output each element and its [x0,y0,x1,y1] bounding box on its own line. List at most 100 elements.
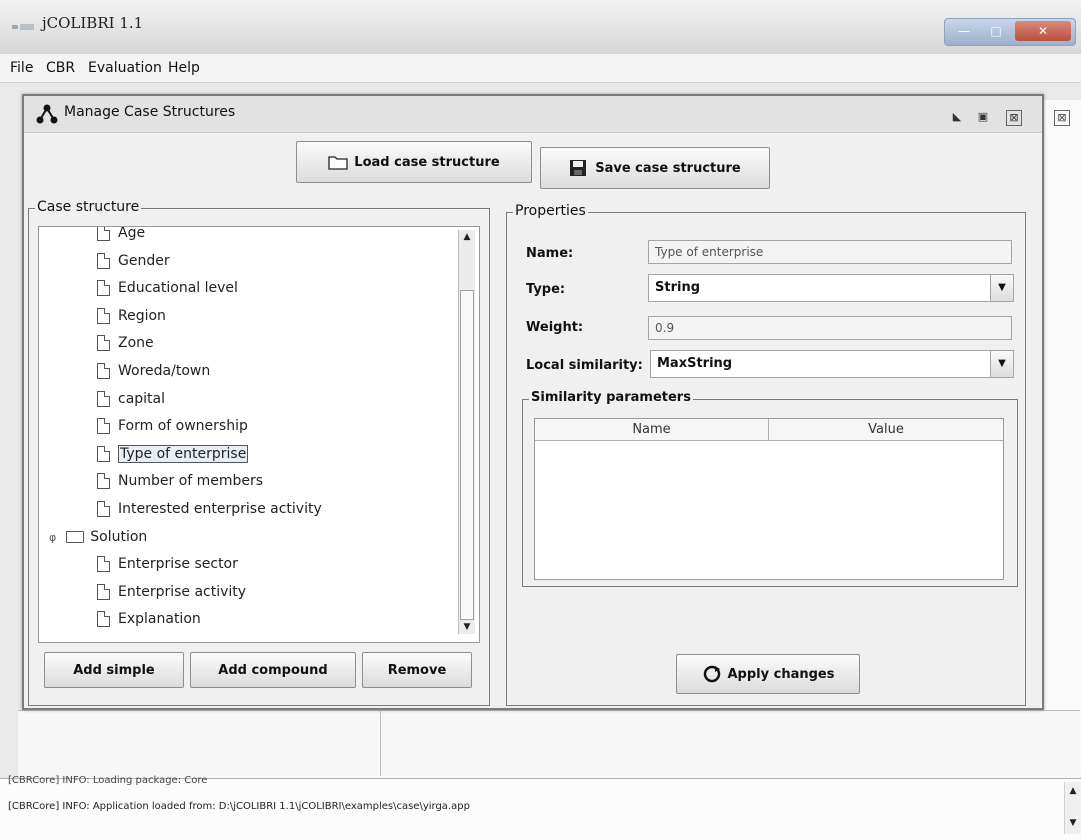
document-icon [97,501,110,517]
document-icon [97,583,110,600]
save-case-structure-button[interactable]: Save case structure [540,147,770,189]
apply-changes-button[interactable]: Apply changes [676,654,860,694]
menu-evaluation[interactable]: Evaluation [88,60,162,76]
tree-item-label: Explanation [118,611,201,628]
background-bottom-left-panel [18,710,381,776]
maximize-frame-icon[interactable]: ▣ [976,110,990,124]
tree-leaf[interactable]: Gender [97,251,170,271]
chevron-down-icon[interactable]: ▼ [990,351,1013,377]
remove-button[interactable]: Remove [362,652,472,688]
save-case-structure-label: Save case structure [595,160,741,176]
case-structure-tree[interactable]: Age Gender Educational level Region Zone Wore… [38,226,480,643]
tree-leaf[interactable]: Region [97,306,166,326]
document-icon [97,280,110,297]
log-console: [CBRCore] INFO: Loading package: Core [C… [0,775,1081,840]
tree-leaf[interactable]: Enterprise activity [97,582,246,602]
weight-label: Weight: [526,320,584,335]
document-icon [97,252,110,269]
menu-help[interactable]: Help [168,60,200,76]
document-icon [97,307,110,324]
window-title: jCOLIBRI 1.1 [42,14,144,32]
window-controls: — □ ✕ [944,18,1076,46]
dialog-titlebar: Manage Case Structures ◣ ▣ ⊠ [24,96,1042,133]
similarity-parameters-legend: Similarity parameters [529,390,693,405]
folder-icon [66,530,85,543]
iconify-icon[interactable]: ◣ [950,110,964,124]
folder-open-icon [328,156,348,170]
load-case-structure-button[interactable]: Load case structure [296,141,532,183]
apply-changes-label: Apply changes [727,666,835,682]
menubar: File CBR Evaluation Help [0,54,1081,83]
document-icon [97,335,110,352]
tree-leaf[interactable]: Age [97,226,146,243]
name-label: Name: [526,246,574,261]
close-frame-icon[interactable]: ⊠ [1006,110,1022,126]
table-header-value[interactable]: Value [769,419,1003,441]
document-icon [97,473,110,490]
tree-leaf[interactable]: Woreda/town [97,361,210,381]
scroll-up-arrow-icon[interactable]: ▲ [1065,784,1081,798]
apply-refresh-icon [703,665,720,683]
type-value: String [655,280,701,295]
load-case-structure-label: Load case structure [354,154,500,170]
menu-cbr[interactable]: CBR [46,60,75,76]
save-disk-icon [570,160,587,176]
tree-leaf[interactable]: Interested enterprise activity [97,499,322,519]
tree-item-label: capital [118,390,166,407]
table-header-name[interactable]: Name [535,419,769,441]
name-field[interactable]: Type of enterprise [648,240,1012,264]
tree-scrollbar[interactable]: ▲ ▼ [458,230,475,634]
document-icon [97,363,110,379]
scroll-down-arrow-icon[interactable]: ▼ [1065,816,1081,830]
tree-item-label: Region [118,307,166,324]
background-frame-close-icon[interactable]: ⊠ [1054,110,1070,126]
tree-folder[interactable]: φ Solution [49,527,147,547]
tree-item-label: Enterprise sector [118,556,238,573]
type-combobox[interactable]: String ▼ [648,274,1014,302]
tree-expand-handle-icon[interactable]: φ [49,531,56,544]
window-titlebar: jCOLIBRI 1.1 — □ ✕ [0,0,1081,55]
tree-leaf[interactable]: Form of ownership [97,416,248,436]
minimize-button[interactable]: — [949,21,979,41]
background-panel [1040,100,1081,775]
case-structure-legend: Case structure [35,199,142,215]
local-similarity-label: Local similarity: [526,358,643,373]
document-icon [97,390,110,407]
tree-item-label: Zone [118,335,154,352]
tree-leaf[interactable]: Zone [97,333,154,353]
tree-leaf[interactable]: Type of enterprise [97,444,249,464]
similarity-parameters-table[interactable]: Name Value [534,418,1004,580]
document-icon [97,611,110,628]
menu-file[interactable]: File [10,60,33,76]
type-label: Type: [526,282,566,297]
local-similarity-combobox[interactable]: MaxString ▼ [650,350,1014,378]
maximize-button[interactable]: □ [981,21,1011,41]
add-simple-button[interactable]: Add simple [44,652,184,688]
tree-item-label: Woreda/town [118,363,211,379]
tree-leaf[interactable]: Educational level [97,278,238,298]
chevron-down-icon[interactable]: ▼ [990,275,1013,301]
tree-item-label: Number of members [118,473,264,490]
log-line: [CBRCore] INFO: Application loaded from:… [8,801,470,812]
tree-item-label: Interested enterprise activity [118,501,322,517]
tree-item-label: Type of enterprise [118,444,249,463]
log-line: [CBRCore] INFO: Loading package: Core [8,775,208,786]
weight-field[interactable]: 0.9 [648,316,1012,340]
scroll-down-arrow-icon[interactable]: ▼ [459,620,475,634]
add-compound-button[interactable]: Add compound [190,652,356,688]
tree-leaf[interactable]: Explanation [97,609,201,629]
log-scrollbar[interactable]: ▲ ▼ [1064,782,1081,834]
tree-item-label: Educational level [118,280,238,297]
close-button[interactable]: ✕ [1015,21,1071,41]
app-icon [12,24,34,30]
tree-leaf[interactable]: capital [97,389,165,409]
tree-item-label: Age [118,226,146,241]
scroll-up-arrow-icon[interactable]: ▲ [459,230,475,244]
tree-leaf[interactable]: Number of members [97,471,263,491]
tree-item-label: Solution [90,528,148,545]
tree-item-label: Enterprise activity [118,583,247,600]
scrollbar-thumb[interactable] [460,290,474,620]
document-icon [97,556,110,573]
tree-leaf[interactable]: Enterprise sector [97,554,238,574]
properties-legend: Properties [513,203,588,219]
